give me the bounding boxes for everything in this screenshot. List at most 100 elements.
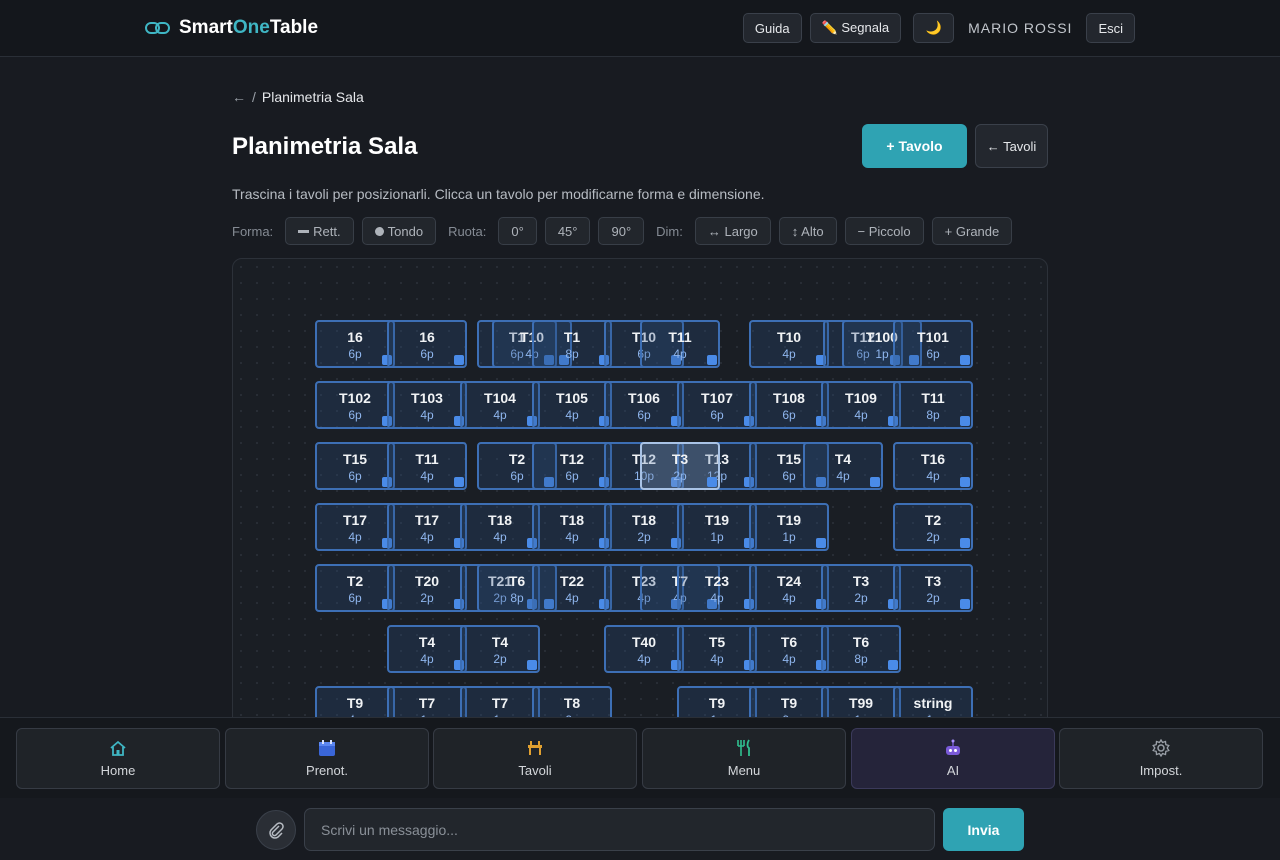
- calendar-icon: [319, 740, 335, 756]
- back-arrow-icon[interactable]: ←: [232, 89, 246, 105]
- table-name: T23: [704, 573, 730, 589]
- tall-button[interactable]: ↕ Alto: [778, 217, 837, 245]
- infinity-icon: [145, 20, 171, 36]
- table-name: T17: [414, 512, 440, 528]
- resize-handle[interactable]: [960, 538, 970, 548]
- nav-settings[interactable]: Impost.: [1059, 728, 1263, 789]
- resize-handle[interactable]: [960, 477, 970, 487]
- table-tile[interactable]: T10 4p: [749, 320, 829, 368]
- resize-handle[interactable]: [527, 660, 537, 670]
- table-tile[interactable]: T17 4p: [387, 503, 467, 551]
- wide-button[interactable]: ↔ Largo: [694, 217, 771, 245]
- table-tile[interactable]: T11 4p: [640, 320, 720, 368]
- theme-toggle-button[interactable]: 🌙: [913, 13, 955, 43]
- table-tile[interactable]: T109 4p: [821, 381, 901, 429]
- resize-handle[interactable]: [960, 416, 970, 426]
- table-name: T10: [776, 329, 802, 345]
- table-name: T20: [414, 573, 440, 589]
- table-tile[interactable]: T4 4p: [803, 442, 883, 490]
- table-tile[interactable]: T11 8p: [893, 381, 973, 429]
- table-tile[interactable]: T1 8p: [532, 320, 612, 368]
- brand-logo[interactable]: SmartOneTable: [145, 17, 318, 39]
- send-button[interactable]: Invia: [943, 808, 1024, 851]
- resize-handle[interactable]: [707, 477, 717, 487]
- attach-button[interactable]: [256, 810, 296, 850]
- table-tile[interactable]: T17 4p: [315, 503, 395, 551]
- rotate-0-button[interactable]: 0°: [498, 217, 537, 245]
- smaller-button[interactable]: − Piccolo: [844, 217, 924, 245]
- nav-menu[interactable]: Menu: [642, 728, 846, 789]
- home-icon: [110, 740, 126, 756]
- table-tile[interactable]: T6 4p: [749, 625, 829, 673]
- resize-handle[interactable]: [888, 660, 898, 670]
- message-input[interactable]: [304, 808, 935, 851]
- table-tile[interactable]: T101 6p: [893, 320, 973, 368]
- table-tile[interactable]: T16 4p: [893, 442, 973, 490]
- table-tile[interactable]: T106 6p: [604, 381, 684, 429]
- guide-button[interactable]: Guida: [742, 13, 802, 43]
- resize-handle[interactable]: [454, 477, 464, 487]
- nav-bookings[interactable]: Prenot.: [225, 728, 429, 789]
- table-tile[interactable]: T24 4p: [749, 564, 829, 612]
- table-tile[interactable]: T18 4p: [460, 503, 540, 551]
- table-tile[interactable]: T3 2p: [640, 442, 720, 490]
- table-tile[interactable]: T3 2p: [893, 564, 973, 612]
- nav-home[interactable]: Home: [16, 728, 220, 789]
- table-tile[interactable]: T4 2p: [460, 625, 540, 673]
- robot-icon: [946, 739, 960, 755]
- table-tile[interactable]: T19 1p: [749, 503, 829, 551]
- nav-tables-label: Tavoli: [518, 763, 552, 778]
- resize-handle[interactable]: [816, 538, 826, 548]
- table-tile[interactable]: T5 4p: [677, 625, 757, 673]
- table-tile[interactable]: T4 4p: [387, 625, 467, 673]
- floor-plan-canvas[interactable]: 16 6p 16 6p T1 6p T10 4p T1 8p T10 6p T11 4p T10 4p T12 6…: [232, 258, 1048, 728]
- nav-ai[interactable]: AI: [851, 728, 1055, 789]
- table-tile[interactable]: T103 4p: [387, 381, 467, 429]
- table-tile[interactable]: T107 6p: [677, 381, 757, 429]
- table-tile[interactable]: T18 2p: [604, 503, 684, 551]
- page-description: Trascina i tavoli per posizionarli. Clic…: [232, 186, 765, 202]
- table-name: string: [913, 695, 953, 711]
- table-tile[interactable]: T20 2p: [387, 564, 467, 612]
- resize-handle[interactable]: [960, 355, 970, 365]
- logout-button[interactable]: Esci: [1086, 13, 1135, 43]
- table-name: T11: [921, 390, 945, 406]
- nav-tables[interactable]: Tavoli: [433, 728, 637, 789]
- table-tile[interactable]: T11 4p: [387, 442, 467, 490]
- table-tile[interactable]: T15 6p: [315, 442, 395, 490]
- shape-label: Forma:: [232, 223, 274, 239]
- table-tile[interactable]: T12 6p: [532, 442, 612, 490]
- table-tile[interactable]: 16 6p: [315, 320, 395, 368]
- table-tile[interactable]: T22 4p: [532, 564, 612, 612]
- back-to-tables-button[interactable]: ← Tavoli: [975, 124, 1048, 168]
- report-button[interactable]: ✏️ Segnala: [809, 13, 902, 43]
- table-tile[interactable]: T19 1p: [677, 503, 757, 551]
- table-name: T15: [342, 451, 368, 467]
- table-tile[interactable]: T2 2p: [893, 503, 973, 551]
- table-tile[interactable]: T40 4p: [604, 625, 684, 673]
- table-tile[interactable]: T23 4p: [677, 564, 757, 612]
- bigger-button[interactable]: + Grande: [931, 217, 1013, 245]
- resize-handle[interactable]: [870, 477, 880, 487]
- table-tile[interactable]: T104 4p: [460, 381, 540, 429]
- table-name: T22: [559, 573, 585, 589]
- rotate-45-button[interactable]: 45°: [544, 217, 591, 245]
- rotate-90-button[interactable]: 90°: [598, 217, 645, 245]
- resize-handle[interactable]: [707, 355, 717, 365]
- chat-bar: Invia: [0, 798, 1280, 860]
- shape-round-button[interactable]: Tondo: [361, 217, 437, 245]
- table-tile[interactable]: 16 6p: [387, 320, 467, 368]
- table-tile[interactable]: T2 6p: [315, 564, 395, 612]
- table-tile[interactable]: T18 4p: [532, 503, 612, 551]
- resize-handle[interactable]: [960, 599, 970, 609]
- table-tile[interactable]: T102 6p: [315, 381, 395, 429]
- table-tile[interactable]: T105 4p: [532, 381, 612, 429]
- add-table-button[interactable]: + Tavolo: [862, 124, 967, 168]
- table-tile[interactable]: T108 6p: [749, 381, 829, 429]
- table-tile[interactable]: T3 2p: [821, 564, 901, 612]
- shape-rect-button[interactable]: Rett.: [285, 217, 354, 245]
- size-label: Dim:: [656, 223, 683, 239]
- table-name: T2: [346, 573, 364, 589]
- resize-handle[interactable]: [454, 355, 464, 365]
- table-tile[interactable]: T6 8p: [821, 625, 901, 673]
